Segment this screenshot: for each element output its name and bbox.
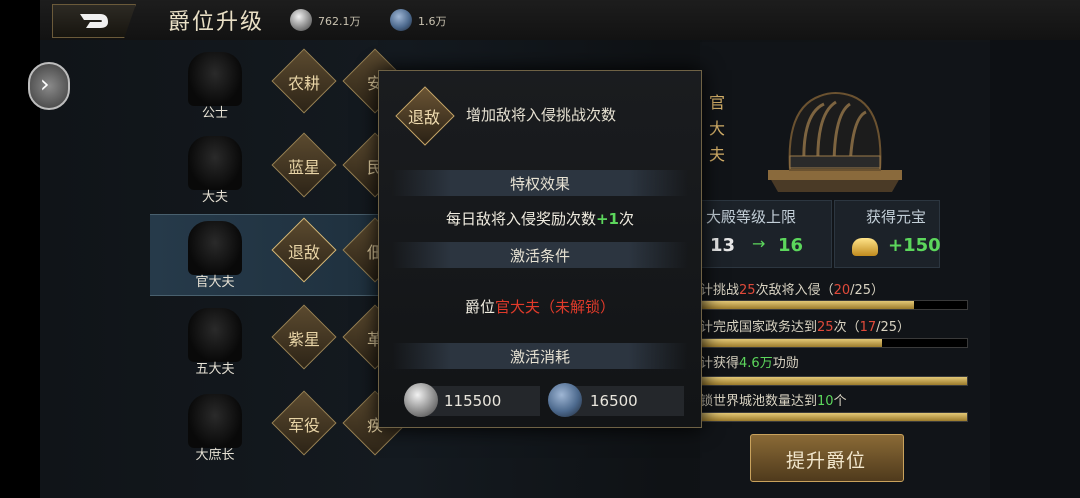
cost-title: 激活消耗	[509, 348, 570, 366]
privilege-label: 军役	[287, 416, 320, 435]
hall-level-to: 16	[778, 235, 804, 256]
silver-amount: 762.1万	[318, 15, 361, 28]
privilege-name: 退敌	[407, 108, 440, 127]
rank-hat-icon	[188, 52, 242, 106]
effect-title: 特权效果	[509, 175, 570, 193]
progress-fill	[701, 301, 914, 309]
chevron-right-icon: ›	[40, 70, 50, 98]
gold-ingot-icon	[852, 238, 878, 256]
arrow-right-icon: →	[752, 234, 766, 253]
cost-silver-value: 115500	[444, 392, 502, 410]
effect-text: 每日敌将入侵奖励次数+1次	[445, 210, 635, 228]
upgrade-rank-label[interactable]: 提升爵位	[750, 446, 902, 473]
privilege-label: 紫星	[287, 330, 320, 349]
gem-resource: 1.6万	[390, 9, 470, 31]
condition-progress-bar	[700, 376, 968, 386]
condition-progress-bar	[700, 338, 968, 348]
cost-gem-value: 16500	[590, 392, 638, 410]
blue-gem-icon	[390, 9, 412, 31]
rank-hat-large-icon	[768, 92, 902, 192]
silver-resource: 762.1万	[290, 9, 370, 31]
condition-text: 计获得4.6万功勋	[700, 356, 799, 371]
rank-hat-icon	[188, 394, 242, 448]
collapse-button[interactable]: ›	[28, 62, 70, 110]
rank-name: 大庶长	[195, 448, 235, 463]
silver-coin-icon	[404, 383, 438, 417]
rank-hat-icon	[188, 308, 242, 362]
rank-name: 大夫	[201, 190, 228, 205]
progress-fill	[701, 377, 967, 385]
selected-rank-title: 官大夫	[708, 93, 725, 164]
condition-progress-bar	[700, 412, 968, 422]
condition-line: 爵位官大夫（未解锁）	[464, 298, 616, 316]
back-arrow-icon[interactable]	[76, 10, 110, 30]
privilege-label: 农耕	[287, 74, 320, 93]
rank-name: 公士	[201, 106, 228, 121]
blue-gem-icon	[548, 383, 582, 417]
rank-name: 官大夫	[195, 275, 235, 290]
right-edge	[990, 40, 1080, 498]
yuanbao-label: 获得元宝	[866, 208, 927, 226]
rank-hat-icon	[188, 136, 242, 190]
hall-level-label: 大殿等级上限	[706, 208, 797, 226]
rank-name: 五大夫	[195, 362, 235, 377]
condition-progress-bar	[700, 300, 968, 310]
rank-hat-icon	[188, 221, 242, 275]
privilege-label: 蓝星	[287, 158, 320, 177]
condition-title: 激活条件	[509, 247, 570, 265]
progress-fill	[701, 413, 967, 421]
condition-text: 计完成国家政务达到25次（17/25）	[700, 320, 911, 335]
condition-text: 锁世界城池数量达到10个	[700, 394, 847, 409]
gem-amount: 1.6万	[418, 15, 447, 28]
privilege-description: 增加敌将入侵挑战次数	[466, 106, 617, 124]
silver-coin-icon	[290, 9, 312, 31]
condition-text: 计挑战25次敌将入侵（20/25）	[700, 283, 885, 298]
privilege-label: 退敌	[287, 243, 320, 262]
yuanbao-value: +150	[888, 235, 941, 256]
progress-fill	[701, 339, 882, 347]
hall-level-from: 13	[710, 235, 736, 256]
page-title: 爵位升级	[168, 10, 265, 35]
